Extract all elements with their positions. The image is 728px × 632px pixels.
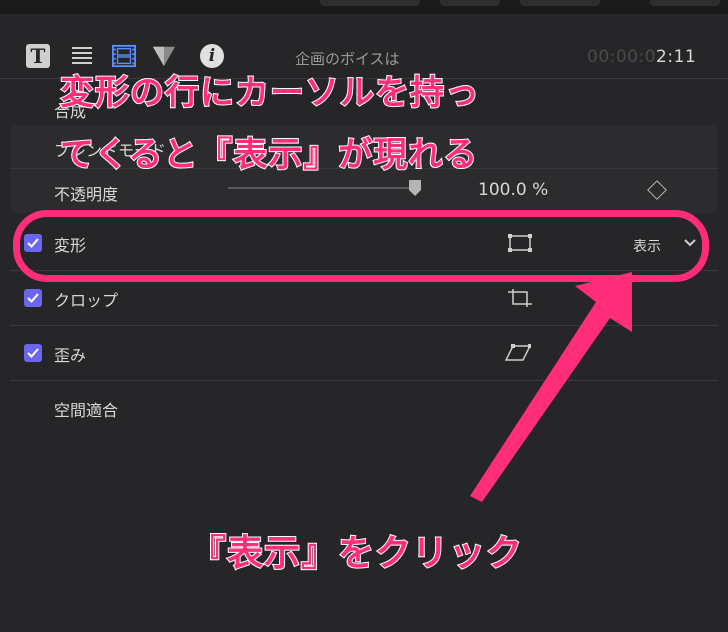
spatial-conform-label: 空間適合 [54, 401, 119, 420]
callout-top-line2: てくると『表示』が現れる [59, 134, 479, 176]
top-button-3[interactable] [520, 0, 600, 6]
transform-row-highlight [13, 210, 709, 282]
distort-onscreen-icon[interactable] [505, 343, 531, 363]
crop-checkbox[interactable] [24, 289, 42, 307]
top-button-1[interactable] [320, 0, 420, 6]
opacity-slider[interactable] [228, 187, 416, 189]
callout-top: 変形の行にカーソルを持っ てくると『表示』が現れる [59, 62, 620, 186]
callout-top-line1: 変形の行にカーソルを持っ [59, 72, 480, 114]
crop-label: クロップ [54, 291, 119, 310]
distort-checkbox[interactable] [24, 344, 42, 362]
text-inspector-icon[interactable]: T [26, 44, 50, 68]
row-divider [10, 325, 718, 326]
timecode-lit: 2:11 [656, 47, 697, 67]
top-strip [0, 0, 728, 14]
top-button-4[interactable] [650, 0, 720, 6]
crop-onscreen-icon[interactable] [507, 288, 533, 308]
top-button-2[interactable] [440, 0, 500, 6]
distort-label: 歪み [54, 346, 87, 365]
row-divider [10, 380, 718, 381]
callout-bottom: 『表示』をクリック [189, 532, 524, 575]
